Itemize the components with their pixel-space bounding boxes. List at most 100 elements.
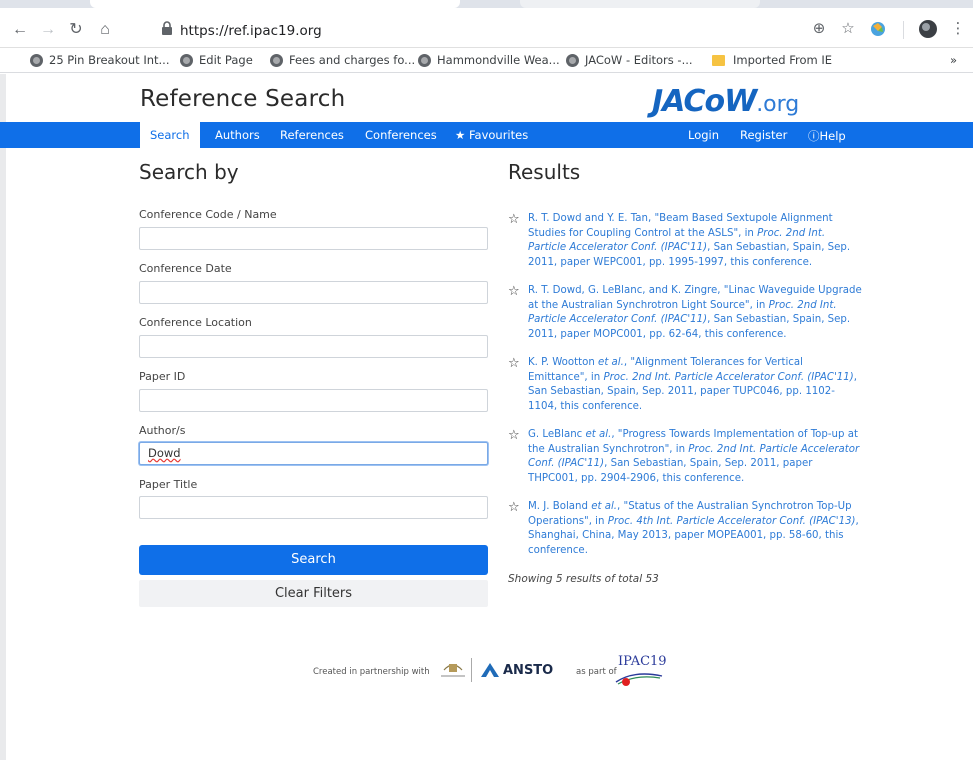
- citation-etal: et al.: [591, 501, 618, 512]
- globe-icon: [566, 53, 579, 67]
- nav-favourites-label: Favourites: [468, 128, 529, 142]
- nav-login[interactable]: Login: [688, 128, 719, 142]
- footer: Created in partnership with ANSTO as par…: [0, 652, 973, 692]
- browser-tab[interactable]: [90, 0, 460, 8]
- conference-location-input[interactable]: [139, 335, 488, 358]
- page-title: Reference Search: [140, 86, 346, 112]
- result-item: ☆ G. LeBlanc et al., "Progress Towards I…: [508, 427, 863, 486]
- nav-conferences[interactable]: Conferences: [365, 128, 437, 142]
- extension-icon[interactable]: [868, 19, 888, 39]
- bookmark-label: Hammondville Wea...: [437, 53, 560, 67]
- nav-search[interactable]: Search: [140, 122, 200, 148]
- forward-icon[interactable]: →: [38, 19, 58, 41]
- coat-of-arms-icon: [441, 664, 465, 677]
- search-button[interactable]: Search: [139, 545, 488, 575]
- paper-id-input[interactable]: [139, 389, 488, 412]
- paper-title-input[interactable]: [139, 496, 488, 519]
- bookmark-star-icon[interactable]: ☆: [838, 19, 858, 39]
- citation-text: G. LeBlanc: [528, 429, 586, 440]
- star-outline-icon[interactable]: ☆: [508, 427, 528, 486]
- bookmark-label: 25 Pin Breakout Int...: [49, 53, 170, 67]
- conference-date-input[interactable]: [139, 281, 488, 304]
- toolbar-divider: [903, 21, 904, 39]
- bookmark-item[interactable]: Fees and charges fo...: [270, 53, 415, 67]
- ipac19-label: IPAC19: [618, 654, 667, 669]
- input-value: Dowd: [148, 446, 181, 460]
- menu-kebab-icon[interactable]: ⋮: [948, 19, 968, 39]
- nav-help[interactable]: ⓘHelp: [808, 128, 846, 144]
- ipac19-logo: IPAC19: [615, 654, 667, 686]
- star-outline-icon[interactable]: ☆: [508, 283, 528, 342]
- nav-favourites[interactable]: ★ Favourites: [455, 128, 528, 142]
- star-filled-icon: ★: [455, 128, 466, 142]
- authors-input[interactable]: Dowd: [139, 442, 488, 465]
- bookmark-item[interactable]: JACoW - Editors -...: [566, 53, 693, 67]
- lock-icon[interactable]: [160, 20, 174, 36]
- nav-help-label: Help: [819, 129, 846, 143]
- citation-venue: Proc. 4th Int. Particle Accelerator Conf…: [607, 515, 856, 527]
- tab-strip: [0, 0, 973, 8]
- home-icon[interactable]: ⌂: [95, 19, 115, 41]
- nav-register[interactable]: Register: [740, 128, 787, 142]
- ansto-triangle-icon: [481, 663, 499, 677]
- clear-filters-button[interactable]: Clear Filters: [139, 580, 488, 607]
- citation-venue: Proc. 2nd Int. Particle Accelerator Conf…: [603, 371, 854, 383]
- bookmark-folder[interactable]: Imported From IE: [712, 53, 832, 67]
- address-bar[interactable]: https://ref.ipac19.org: [180, 23, 322, 39]
- star-outline-icon[interactable]: ☆: [508, 499, 528, 558]
- jacow-logo[interactable]: JACoW.org: [652, 84, 799, 119]
- results-panel: Results ☆ R. T. Dowd and Y. E. Tan, "Bea…: [508, 160, 868, 585]
- browser-toolbar: ← → ↻ ⌂ https://ref.ipac19.org ⊕ ☆ ⋮: [0, 0, 973, 48]
- nav-references[interactable]: References: [280, 128, 344, 142]
- bookmarks-overflow-button[interactable]: »: [950, 53, 957, 67]
- results-count: Showing 5 results of total 53: [508, 573, 659, 585]
- star-outline-icon[interactable]: ☆: [508, 355, 528, 414]
- part-of-text: as part of: [576, 667, 617, 677]
- result-citation[interactable]: K. P. Wootton et al., "Alignment Toleran…: [528, 356, 863, 414]
- bookmark-item[interactable]: Edit Page: [180, 53, 253, 67]
- result-item: ☆ K. P. Wootton et al., "Alignment Toler…: [508, 355, 863, 414]
- paper-id-label: Paper ID: [139, 370, 186, 383]
- citation-text: M. J. Boland: [528, 501, 592, 512]
- citation-etal: et al.: [598, 357, 624, 368]
- conference-code-input[interactable]: [139, 227, 488, 250]
- nav-authors[interactable]: Authors: [215, 128, 260, 142]
- reload-icon[interactable]: ↻: [66, 19, 86, 41]
- citation-text: K. P. Wootton: [528, 357, 599, 368]
- help-icon: ⓘ: [808, 129, 820, 143]
- bookmark-label: Edit Page: [199, 53, 253, 67]
- result-citation[interactable]: G. LeBlanc et al., "Progress Towards Imp…: [528, 428, 863, 486]
- result-citation[interactable]: M. J. Boland et al., "Status of the Aust…: [528, 500, 863, 558]
- bookmark-label: Imported From IE: [733, 53, 833, 67]
- bookmark-item[interactable]: Hammondville Wea...: [418, 53, 560, 67]
- result-item: ☆ R. T. Dowd, G. LeBlanc, and K. Zingre,…: [508, 283, 863, 342]
- conference-code-label: Conference Code / Name: [139, 208, 277, 221]
- search-panel: Search by Conference Code / Name Confere…: [139, 160, 489, 607]
- star-outline-icon[interactable]: ☆: [508, 211, 528, 270]
- back-icon[interactable]: ←: [10, 19, 30, 41]
- globe-icon: [418, 53, 431, 67]
- result-citation[interactable]: R. T. Dowd, G. LeBlanc, and K. Zingre, "…: [528, 284, 863, 342]
- ansto-label: ANSTO: [503, 662, 554, 678]
- partnership-text: Created in partnership with: [313, 667, 430, 677]
- profile-avatar-icon[interactable]: [918, 19, 938, 39]
- result-item: ☆ R. T. Dowd and Y. E. Tan, "Beam Based …: [508, 211, 863, 270]
- bookmark-label: JACoW - Editors -...: [585, 53, 693, 67]
- result-citation[interactable]: R. T. Dowd and Y. E. Tan, "Beam Based Se…: [528, 212, 863, 270]
- bookmark-label: Fees and charges fo...: [289, 53, 416, 67]
- browser-tab[interactable]: [520, 0, 760, 8]
- zoom-icon[interactable]: ⊕: [809, 19, 829, 39]
- authors-label: Author/s: [139, 424, 186, 437]
- footer-divider: [471, 658, 472, 682]
- ansto-logo: ANSTO: [480, 662, 553, 678]
- citation-etal: et al.: [585, 429, 612, 440]
- folder-icon: [712, 54, 725, 66]
- bookmarks-bar: 25 Pin Breakout Int... Edit Page Fees an…: [0, 49, 973, 73]
- conference-location-label: Conference Location: [139, 316, 252, 329]
- globe-icon: [180, 53, 193, 67]
- logo-main: JACoW: [652, 84, 757, 119]
- result-item: ☆ M. J. Boland et al., "Status of the Au…: [508, 499, 863, 558]
- conference-date-label: Conference Date: [139, 262, 232, 275]
- globe-icon: [270, 53, 283, 67]
- bookmark-item[interactable]: 25 Pin Breakout Int...: [30, 53, 170, 67]
